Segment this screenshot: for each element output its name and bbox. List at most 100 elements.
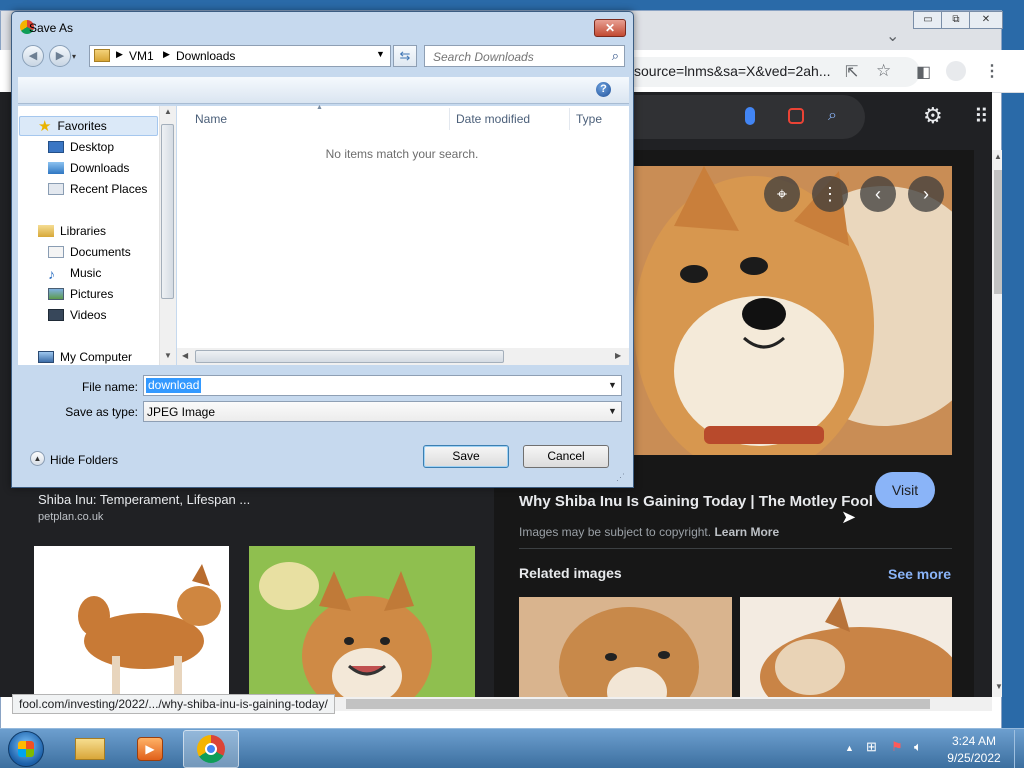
nav-downloads[interactable]: Downloads <box>48 158 129 178</box>
breadcrumb-separator-icon[interactable]: ▶ <box>163 49 170 60</box>
nav-libraries[interactable]: Libraries <box>38 221 106 241</box>
minimize-button[interactable]: ▭ <box>913 11 943 29</box>
save-as-type-select[interactable]: JPEG Image ▼ <box>143 401 622 422</box>
start-button[interactable] <box>8 731 44 767</box>
visit-button[interactable]: Visit <box>875 472 935 508</box>
taskbar-chrome[interactable] <box>183 730 239 768</box>
nav-my-computer[interactable]: My Computer <box>38 347 132 367</box>
settings-gear-icon[interactable]: ⚙ <box>923 103 943 129</box>
column-header-type[interactable]: Type <box>576 112 602 126</box>
result-source[interactable]: petplan.co.uk <box>38 511 103 523</box>
nav-videos-label: Videos <box>70 308 107 322</box>
nav-favorites[interactable]: ★ Favorites <box>38 116 107 136</box>
file-list-hscroll-thumb[interactable] <box>195 350 504 363</box>
related-image-1[interactable] <box>519 597 732 697</box>
save-button[interactable]: Save <box>423 445 509 468</box>
column-header-name[interactable]: Name <box>195 112 227 126</box>
apps-grid-icon[interactable]: ⠿ <box>974 104 989 129</box>
scroll-down-arrow-icon[interactable]: ▼ <box>995 682 1003 691</box>
search-icon[interactable]: ⌕ <box>612 48 619 64</box>
forward-button[interactable]: ▶ <box>49 45 71 67</box>
file-name-combo[interactable]: download ▼ <box>143 375 622 396</box>
address-dropdown-icon[interactable]: ▼ <box>376 49 385 59</box>
lens-search-icon[interactable]: ⌖ <box>764 176 800 212</box>
clock-time[interactable]: 3:24 AM <box>946 734 1002 748</box>
result-image-shiba-standing[interactable] <box>34 546 229 697</box>
hscroll-left-icon[interactable]: ◀ <box>182 351 188 360</box>
page-hscroll-thumb[interactable] <box>346 699 930 709</box>
column-header-date-modified[interactable]: Date modified <box>456 112 530 126</box>
nav-desktop[interactable]: Desktop <box>48 137 114 157</box>
nav-libraries-label: Libraries <box>60 224 107 238</box>
resize-grip-icon[interactable]: ⋰ <box>616 472 625 483</box>
nav-my-computer-label: My Computer <box>60 350 133 364</box>
clock-date[interactable]: 9/25/2022 <box>940 751 1008 765</box>
sort-ascending-icon: ▲ <box>316 104 323 111</box>
file-name-input[interactable]: download <box>146 378 202 393</box>
breadcrumb-separator-icon[interactable]: ▶ <box>116 49 123 60</box>
taskbar-media-player[interactable]: ▶ <box>123 730 179 768</box>
address-bar[interactable]: ▶ VM1 ▶ Downloads ▼ <box>89 45 391 67</box>
image-title-link[interactable]: Why Shiba Inu Is Gaining Today | The Mot… <box>519 493 873 510</box>
file-name-dropdown-icon[interactable]: ▼ <box>604 376 621 395</box>
documents-icon <box>48 246 64 258</box>
search-downloads-box[interactable]: ⌕ <box>424 45 625 67</box>
nav-recent-places[interactable]: Recent Places <box>48 179 147 199</box>
chrome-menu-icon[interactable]: ⋮ <box>984 61 1000 81</box>
bookmark-star-icon[interactable]: ☆ <box>876 61 891 81</box>
previous-image-icon[interactable]: ‹ <box>860 176 896 212</box>
taskbar-explorer[interactable] <box>63 730 119 768</box>
more-options-icon[interactable]: ⋮ <box>812 176 848 212</box>
nav-pane-scroll-thumb[interactable] <box>161 124 174 299</box>
omnibox-url[interactable]: source=lnms&sa=X&ved=2ah... <box>634 63 831 79</box>
nav-documents[interactable]: Documents <box>48 242 131 262</box>
breadcrumb-downloads[interactable]: Downloads <box>176 49 235 63</box>
hscroll-right-icon[interactable]: ▶ <box>615 351 621 360</box>
search-icon[interactable]: ⌕ <box>828 107 837 125</box>
share-icon[interactable]: ⇱ <box>845 62 858 82</box>
nav-music[interactable]: ♪ Music <box>48 263 101 283</box>
hide-folders-button[interactable]: Hide Folders <box>50 453 118 467</box>
result-title[interactable]: Shiba Inu: Temperament, Lifespan ... <box>38 492 250 507</box>
dialog-title: Save As <box>29 21 74 35</box>
back-button[interactable]: ◀ <box>22 45 44 67</box>
see-more-link[interactable]: See more <box>888 566 951 582</box>
scroll-up-arrow-icon[interactable]: ▲ <box>994 152 1002 161</box>
column-divider[interactable] <box>449 108 450 130</box>
window-close-button[interactable]: ✕ <box>969 11 1003 29</box>
search-input[interactable] <box>431 47 605 67</box>
shiba-main-image[interactable] <box>634 166 952 455</box>
save-as-type-dropdown-icon[interactable]: ▼ <box>604 402 621 421</box>
column-divider[interactable] <box>569 108 570 130</box>
recent-places-icon <box>48 183 64 195</box>
collapse-arrow-icon[interactable]: ▲ <box>30 451 45 466</box>
result-image-shiba-smiling[interactable] <box>249 546 475 697</box>
restore-button[interactable]: ⧉ <box>941 11 971 29</box>
tab-search-icon[interactable]: ⌄ <box>886 26 899 46</box>
show-desktop-button[interactable] <box>1014 730 1024 768</box>
show-hidden-icons[interactable]: ▲ <box>845 743 854 753</box>
desktop-icon <box>48 141 64 153</box>
recent-pages-icon[interactable]: ▾ <box>72 52 76 61</box>
breadcrumb-vm1[interactable]: VM1 <box>129 49 154 63</box>
help-icon[interactable]: ? <box>596 82 611 97</box>
related-image-2[interactable] <box>740 597 952 697</box>
downloads-folder-icon <box>48 162 64 174</box>
lens-camera-icon[interactable] <box>788 108 804 124</box>
network-icon[interactable]: ⊞ <box>866 739 877 755</box>
volume-icon[interactable]: 🔈︎ <box>914 739 922 755</box>
dialog-close-button[interactable]: ✕ <box>594 19 626 37</box>
nav-videos[interactable]: Videos <box>48 305 106 325</box>
voice-search-icon[interactable] <box>745 107 755 125</box>
learn-more-link[interactable]: Learn More <box>714 525 779 539</box>
nav-scroll-up-icon[interactable]: ▲ <box>164 107 172 116</box>
action-center-icon[interactable]: ⚑ <box>891 739 903 755</box>
refresh-button[interactable]: ⇆ <box>393 45 417 67</box>
nav-pictures[interactable]: Pictures <box>48 284 113 304</box>
next-image-icon[interactable]: › <box>908 176 944 212</box>
side-panel-icon[interactable]: ◧ <box>916 62 931 82</box>
page-scroll-thumb[interactable] <box>994 170 1002 294</box>
nav-scroll-down-icon[interactable]: ▼ <box>164 351 172 360</box>
cancel-button[interactable]: Cancel <box>523 445 609 468</box>
profile-avatar[interactable] <box>946 61 966 81</box>
